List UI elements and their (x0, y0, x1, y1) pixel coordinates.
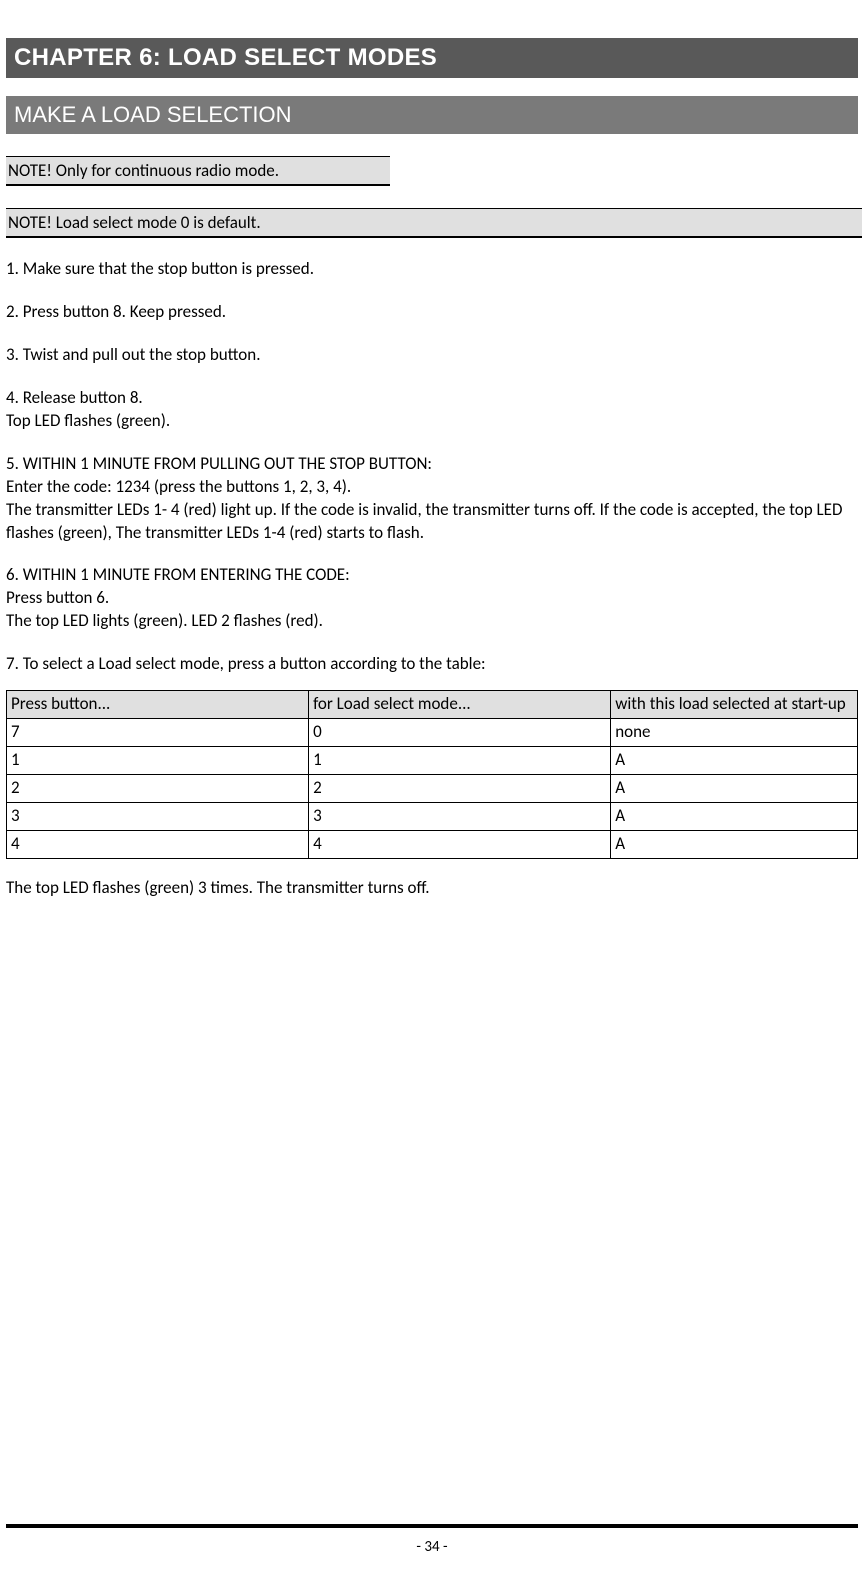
table-cell: A (611, 747, 858, 775)
step-2: 2. Press button 8. Keep pressed. (6, 301, 858, 324)
table-header-mode: for Load select mode... (309, 691, 611, 719)
table-cell: A (611, 803, 858, 831)
load-select-table: Press button... for Load select mode... … (6, 690, 858, 859)
table-row: 7 0 none (7, 719, 858, 747)
step-4: 4. Release button 8. Top LED flashes (gr… (6, 387, 858, 433)
step-7: 7. To select a Load select mode, press a… (6, 653, 858, 676)
table-header-button: Press button... (7, 691, 309, 719)
table-header-row: Press button... for Load select mode... … (7, 691, 858, 719)
step-4-line-2: Top LED flashes (green). (6, 410, 170, 431)
step-5-line-1: 5. WITHIN 1 MINUTE FROM PULLING OUT THE … (6, 453, 432, 474)
document-page: CHAPTER 6: LOAD SELECT MODES MAKE A LOAD… (0, 0, 864, 1576)
table-cell: none (611, 719, 858, 747)
step-4-line-1: 4. Release button 8. (6, 387, 143, 408)
table-cell: A (611, 775, 858, 803)
step-5-line-3: The transmitter LEDs 1- 4 (red) light up… (6, 499, 842, 543)
step-3: 3. Twist and pull out the stop button. (6, 344, 858, 367)
table-cell: 3 (309, 803, 611, 831)
page-number: - 34 - (0, 1538, 864, 1556)
note-bar-2: NOTE! Load select mode 0 is default. (6, 208, 862, 238)
table-cell: 7 (7, 719, 309, 747)
table-cell: 0 (309, 719, 611, 747)
table-row: 3 3 A (7, 803, 858, 831)
note-bar-1: NOTE! Only for continuous radio mode. (6, 156, 390, 186)
footer-rule (6, 1524, 858, 1528)
after-table-text: The top LED flashes (green) 3 times. The… (6, 877, 858, 898)
step-5-line-2: Enter the code: 1234 (press the buttons … (6, 476, 351, 497)
table-cell: 2 (7, 775, 309, 803)
section-title: MAKE A LOAD SELECTION (6, 96, 858, 134)
table-row: 4 4 A (7, 831, 858, 859)
load-select-table-wrap: Press button... for Load select mode... … (6, 690, 858, 859)
table-cell: 3 (7, 803, 309, 831)
step-6-line-3: The top LED lights (green). LED 2 flashe… (6, 610, 323, 631)
table-cell: 4 (7, 831, 309, 859)
step-6-line-1: 6. WITHIN 1 MINUTE FROM ENTERING THE COD… (6, 564, 350, 585)
table-cell: 1 (309, 747, 611, 775)
table-header-startup: with this load selected at start-up (611, 691, 858, 719)
table-row: 1 1 A (7, 747, 858, 775)
chapter-title: CHAPTER 6: LOAD SELECT MODES (6, 38, 858, 78)
step-1: 1. Make sure that the stop button is pre… (6, 258, 858, 281)
step-5: 5. WITHIN 1 MINUTE FROM PULLING OUT THE … (6, 453, 858, 545)
table-row: 2 2 A (7, 775, 858, 803)
step-6: 6. WITHIN 1 MINUTE FROM ENTERING THE COD… (6, 564, 858, 633)
table-cell: 4 (309, 831, 611, 859)
table-cell: A (611, 831, 858, 859)
table-cell: 1 (7, 747, 309, 775)
step-6-line-2: Press button 6. (6, 587, 109, 608)
table-cell: 2 (309, 775, 611, 803)
